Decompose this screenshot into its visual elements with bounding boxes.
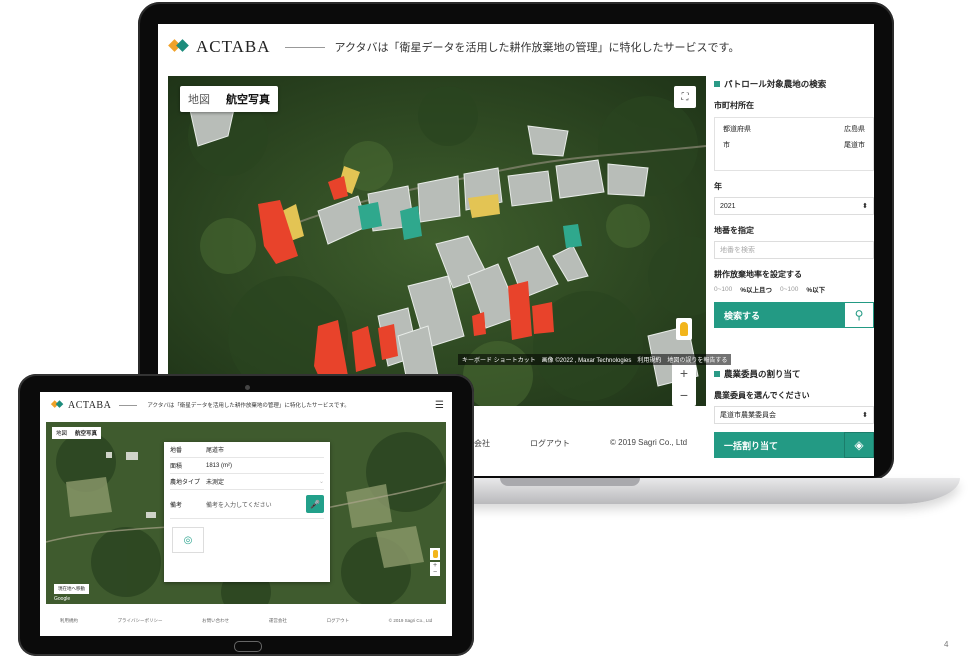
search-section-title: パトロール対象農地の検索 bbox=[714, 78, 874, 90]
map-attribution: キーボード ショートカット 画像 ©2022 , Maxar Technolog… bbox=[458, 354, 732, 365]
year-select[interactable]: 2021 ⬍ bbox=[714, 197, 874, 215]
city-value: 尾道市 bbox=[844, 142, 865, 149]
committee-select[interactable]: 尾道市農業委員会 ⬍ bbox=[714, 406, 874, 424]
popup-row: 農地タイプ 未測定 ⌄ bbox=[170, 474, 324, 490]
tagline: アクタバは「衛星データを活用した耕作放棄地の管理」に特化したサービスです。 bbox=[334, 42, 740, 54]
map-tab-satellite[interactable]: 航空写真 bbox=[218, 86, 278, 112]
tablet-footer-link[interactable]: ログアウト bbox=[327, 618, 350, 624]
logo-text: ACTABA bbox=[196, 37, 271, 56]
rate-min-unit: %以上且つ bbox=[740, 287, 773, 294]
tablet-logo[interactable]: ACTABA bbox=[48, 398, 111, 412]
tablet-home-button bbox=[234, 641, 262, 652]
rate-range: 0~100 %以上且つ 0~100 %以下 bbox=[714, 284, 874, 295]
tablet-footer-copyright: © 2019 Sagri Co., Ltd bbox=[388, 618, 433, 623]
map-type-toggle: 地図 航空写真 bbox=[180, 86, 278, 112]
tablet-footer-link[interactable]: 利用規約 bbox=[60, 618, 78, 624]
tablet-map-tab-satellite[interactable]: 航空写真 bbox=[71, 427, 101, 439]
layers-icon: ◈ bbox=[844, 432, 874, 458]
bulk-assign-button[interactable]: 一括割り当て ◈ bbox=[714, 432, 874, 458]
parcel-search-input[interactable]: 地番を検索 bbox=[714, 241, 874, 259]
laptop-notch bbox=[500, 478, 640, 486]
app-header: ACTABA アクタバは「衛星データを活用した耕作放棄地の管理」に特化したサービ… bbox=[158, 24, 874, 70]
hamburger-icon[interactable]: ☰ bbox=[435, 400, 444, 411]
municipality-box: 都道府県 広島県 市 尾道市 bbox=[714, 117, 874, 171]
tablet-zoom-in-button[interactable]: + bbox=[430, 562, 440, 569]
section-marker-icon bbox=[714, 371, 720, 377]
tablet-map-type-toggle: 地図 航空写真 bbox=[52, 427, 102, 439]
pegman-icon[interactable] bbox=[676, 318, 692, 340]
tablet-map-tab-map[interactable]: 地図 bbox=[52, 427, 71, 439]
microphone-icon[interactable]: 🎤 bbox=[306, 495, 324, 513]
bulk-assign-label: 一括割り当て bbox=[714, 432, 844, 458]
select-arrow-icon: ⬍ bbox=[862, 203, 868, 210]
memo-input[interactable]: 備考を入力してください bbox=[206, 500, 306, 509]
memo-key: 備考 bbox=[170, 502, 183, 509]
search-title-text: パトロール対象農地の検索 bbox=[724, 79, 827, 89]
map-tab-map[interactable]: 地図 bbox=[180, 86, 218, 112]
section-marker-icon bbox=[714, 81, 720, 87]
prefecture-key: 都道府県 bbox=[723, 126, 751, 133]
zoom-out-button[interactable]: − bbox=[672, 384, 696, 406]
footer: 運営会社 ログアウト © 2019 Sagri Co., Ltd bbox=[458, 438, 687, 449]
tablet-tagline: アクタバは「衛星データを活用した耕作放棄地の管理」に特化したサービスです。 bbox=[147, 403, 350, 409]
tablet-footer: 利用規約 プライバシーポリシー お問い合わせ 運営会社 ログアウト © 2019… bbox=[40, 618, 452, 624]
tablet-tagline-divider bbox=[119, 404, 138, 406]
popup-row: 地番 尾道市 bbox=[170, 442, 324, 458]
rate-label: 耕作放棄地率を設定する bbox=[714, 270, 802, 279]
popup-key: 農地タイプ bbox=[170, 480, 201, 486]
city-key: 市 bbox=[723, 142, 730, 149]
move-to-location-button[interactable]: 現在地へ移動 bbox=[54, 584, 89, 594]
search-button-label: 検索する bbox=[714, 302, 844, 328]
sidebar: パトロール対象農地の検索 市町村所在 都道府県 広島県 市 尾道市 年 2021 ⬍… bbox=[714, 76, 874, 476]
popup-value: 1813 (m²) bbox=[206, 462, 233, 469]
assign-title-text: 農業委員の割り当て bbox=[724, 369, 801, 379]
search-button[interactable]: 検索する ⚲ bbox=[714, 302, 874, 328]
select-arrow-icon: ⌄ bbox=[318, 479, 324, 485]
tablet-pegman-icon[interactable] bbox=[430, 548, 440, 560]
tablet-logo-text: ACTABA bbox=[68, 399, 112, 411]
parcel-label: 地番を指定 bbox=[714, 226, 754, 235]
popup-key: 面積 bbox=[170, 464, 183, 470]
logo[interactable]: ACTABA bbox=[168, 37, 271, 57]
rate-min-input[interactable]: 0~100 bbox=[714, 286, 732, 293]
tablet-screen: ACTABA アクタバは「衛星データを活用した耕作放棄地の管理」に特化したサービ… bbox=[40, 392, 452, 636]
logo-icon bbox=[168, 39, 190, 54]
tablet-footer-link[interactable]: お問い合わせ bbox=[202, 618, 229, 624]
zoom-control: + − bbox=[672, 362, 696, 406]
page-number: 4 bbox=[944, 640, 949, 649]
assign-label: 農業委員を選んでください bbox=[714, 391, 810, 400]
search-icon: ⚲ bbox=[844, 302, 874, 328]
tablet-map[interactable]: 地図 航空写真 + − 現在地へ移動 Google 地番 尾道市 面積 1813… bbox=[46, 422, 446, 604]
popup-row: 面積 1813 (m²) bbox=[170, 458, 324, 474]
rate-max-input[interactable]: 0~100 bbox=[780, 286, 798, 293]
tagline-divider bbox=[284, 46, 325, 48]
footer-logout-link[interactable]: ログアウト bbox=[530, 438, 570, 449]
select-arrow-icon: ⬍ bbox=[862, 412, 868, 419]
add-photo-button[interactable]: ◎ bbox=[172, 527, 204, 553]
tablet-header: ACTABA アクタバは「衛星データを活用した耕作放棄地の管理」に特化したサービ… bbox=[40, 392, 452, 418]
municipality-label: 市町村所在 bbox=[714, 101, 754, 110]
year-label: 年 bbox=[714, 182, 722, 191]
tablet-zoom-control: + − bbox=[430, 562, 440, 576]
popup-value: 尾道市 bbox=[206, 448, 225, 454]
fullscreen-icon[interactable]: ⛶ bbox=[674, 86, 696, 108]
tablet-zoom-out-button[interactable]: − bbox=[430, 569, 440, 576]
tablet-footer-link[interactable]: 運営会社 bbox=[269, 618, 287, 624]
prefecture-value: 広島県 bbox=[844, 126, 865, 133]
tablet-footer-link[interactable]: プライバシーポリシー bbox=[118, 618, 163, 624]
google-logo: Google bbox=[54, 596, 71, 602]
parcel-popup: 地番 尾道市 面積 1813 (m²) 農地タイプ 未測定 ⌄ 備考 備考を入力… bbox=[164, 442, 330, 582]
popup-key: 地番 bbox=[170, 448, 183, 454]
tablet-logo-icon bbox=[50, 400, 64, 409]
memo-row: 備考 備考を入力してください 🎤 bbox=[170, 490, 324, 519]
assign-section-title: 農業委員の割り当て bbox=[714, 368, 874, 380]
camera-icon: ◎ bbox=[183, 534, 193, 546]
committee-value: 尾道市農業委員会 bbox=[720, 412, 776, 419]
rate-max-unit: %以下 bbox=[806, 287, 826, 294]
tablet-camera bbox=[245, 385, 250, 390]
zoom-in-button[interactable]: + bbox=[672, 362, 696, 384]
footer-copyright: © 2019 Sagri Co., Ltd bbox=[610, 438, 688, 447]
year-value: 2021 bbox=[720, 202, 736, 210]
popup-value[interactable]: 未測定 bbox=[206, 477, 319, 486]
